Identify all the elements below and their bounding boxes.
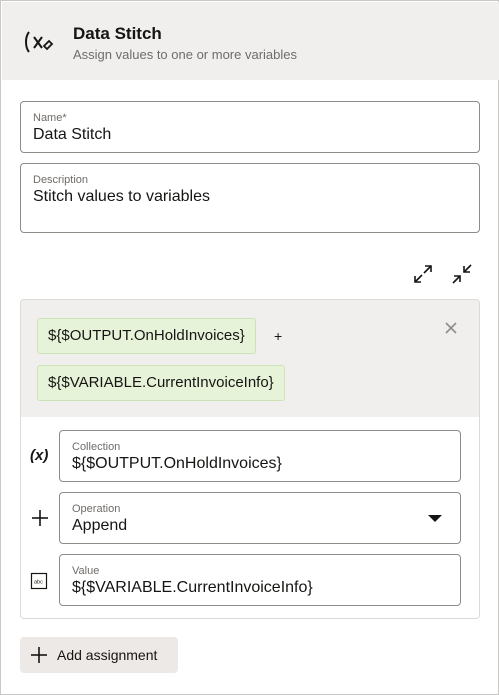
expand-icon[interactable] — [411, 262, 435, 286]
collection-label: Collection — [72, 441, 121, 453]
operation-label: Operation — [72, 503, 121, 515]
assignment-summary: ${$OUTPUT.OnHoldInvoices} + ${$VARIABLE.… — [21, 300, 479, 417]
add-assignment-button[interactable]: Add assignment — [20, 637, 178, 673]
description-field[interactable]: Description Stitch values to variables — [20, 163, 480, 233]
plus-icon — [30, 646, 48, 664]
name-value[interactable]: Data Stitch — [33, 126, 111, 144]
value-value[interactable]: ${$VARIABLE.CurrentInvoiceInfo} — [72, 579, 313, 597]
collection-field[interactable]: Collection ${$OUTPUT.OnHoldInvoices} — [59, 430, 461, 482]
add-assignment-label: Add assignment — [57, 647, 158, 663]
text-type-icon: abc — [30, 572, 52, 594]
expression-chip: ${$OUTPUT.OnHoldInvoices} — [37, 318, 256, 354]
value-field[interactable]: Value ${$VARIABLE.CurrentInvoiceInfo} — [59, 554, 461, 606]
variable-icon: (x) — [30, 447, 49, 464]
description-label: Description — [33, 174, 89, 186]
plus-icon — [30, 508, 52, 530]
collapse-icon[interactable] — [450, 262, 474, 286]
page-title: Data Stitch — [73, 24, 162, 43]
chevron-down-icon[interactable] — [428, 515, 442, 522]
name-field[interactable]: Name* Data Stitch — [20, 101, 480, 153]
plus-operator: + — [274, 328, 283, 344]
description-value[interactable]: Stitch values to variables — [33, 188, 210, 206]
expression-chip: ${$VARIABLE.CurrentInvoiceInfo} — [37, 365, 285, 401]
panel-header: Data Stitch Assign values to one or more… — [2, 2, 499, 80]
name-label: Name* — [33, 112, 67, 124]
page-subtitle: Assign values to one or more variables — [73, 47, 298, 62]
operation-select[interactable]: Operation Append — [59, 492, 461, 544]
assignment-card: ${$OUTPUT.OnHoldInvoices} + ${$VARIABLE.… — [20, 299, 480, 619]
value-label: Value — [72, 565, 100, 577]
variable-icon — [22, 26, 54, 58]
close-icon[interactable] — [442, 319, 460, 337]
panel: Data Stitch Assign values to one or more… — [0, 0, 499, 695]
operation-value: Append — [72, 517, 128, 534]
svg-text:abc: abc — [34, 580, 43, 586]
collection-value[interactable]: ${$OUTPUT.OnHoldInvoices} — [72, 455, 282, 473]
